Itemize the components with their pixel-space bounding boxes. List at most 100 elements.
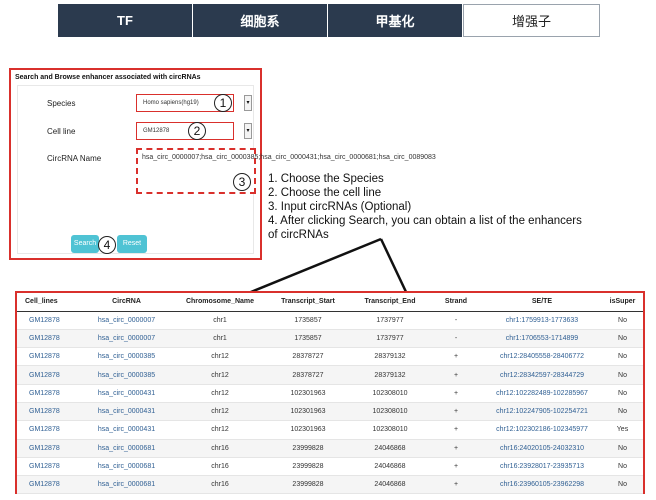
table-cell-se-te[interactable]: chr12:102302186-102345977 (482, 420, 602, 440)
table-cell-circrna[interactable]: hsa_circ_0000007 (79, 329, 174, 349)
table-cell-cell-lines[interactable]: GM12878 (17, 457, 79, 477)
col-se-te[interactable]: SE/TE (482, 293, 602, 312)
col-is-super[interactable]: isSuper (602, 293, 643, 312)
panel-title: Search and Browse enhancer associated wi… (15, 74, 201, 81)
table-row: GM12878 hsa_circ_0000385 chr12 28378727 2837… (17, 347, 643, 367)
table-cell-circrna[interactable]: hsa_circ_0000385 (79, 347, 174, 367)
table-cell-transcript-start: 23999828 (266, 439, 350, 458)
table-cell-circrna[interactable]: hsa_circ_0000681 (79, 457, 174, 477)
table-cell-cell-lines[interactable]: GM12878 (17, 329, 79, 349)
col-cell-lines[interactable]: Cell_lines (17, 293, 79, 312)
table-cell-cell-lines[interactable]: GM12878 (17, 475, 79, 495)
tab-enhancer[interactable]: 增强子 (463, 4, 600, 37)
chevron-down-icon[interactable]: ▾ (244, 123, 252, 139)
table-cell-se-te[interactable]: chr16:24020105-24032310 (482, 439, 602, 458)
col-transcript-end[interactable]: Transcript_End (350, 293, 430, 312)
table-cell-se-te[interactable]: chr12:102247905-102254721 (482, 402, 602, 422)
table-cell-circrna[interactable]: hsa_circ_0000385 (79, 365, 174, 385)
table-cell-chromosome-name: chr12 (174, 384, 266, 403)
table-cell-strand: + (430, 347, 482, 367)
cell-line-select[interactable]: GM12878 (136, 122, 234, 140)
table-cell-transcript-end: 1737977 (350, 311, 430, 330)
table-row: GM12878 hsa_circ_0000007 chr1 1735857 173797… (17, 311, 643, 330)
table-cell-issuper: Yes (602, 420, 643, 440)
marker-2: 2 (188, 122, 206, 140)
cell-line-label: Cell line (47, 127, 76, 136)
table-cell-se-te[interactable]: chr1:1706553-1714899 (482, 329, 602, 349)
table-cell-circrna[interactable]: hsa_circ_0000431 (79, 420, 174, 440)
table-row: GM12878 hsa_circ_0000385 chr12 28378727 2837… (17, 365, 643, 385)
table-cell-se-te[interactable]: chr1:1759913-1773633 (482, 311, 602, 330)
instruction-line: 4. After clicking Search, you can obtain… (268, 215, 582, 227)
table-cell-chromosome-name: chr1 (174, 329, 266, 349)
col-transcript-start[interactable]: Transcript_Start (266, 293, 350, 312)
table-cell-cell-lines[interactable]: GM12878 (17, 311, 79, 330)
table-cell-transcript-start: 1735857 (266, 311, 350, 330)
table-cell-strand: - (430, 311, 482, 330)
table-cell-transcript-start: 23999828 (266, 475, 350, 495)
table-cell-chromosome-name: chr12 (174, 402, 266, 422)
table-cell-chromosome-name: chr12 (174, 365, 266, 385)
table-cell-cell-lines[interactable]: GM12878 (17, 402, 79, 422)
table-cell-cell-lines[interactable]: GM12878 (17, 420, 79, 440)
table-cell-cell-lines[interactable]: GM12878 (17, 384, 79, 403)
table-cell-transcript-end: 24046868 (350, 457, 430, 477)
reset-button[interactable]: Reset (117, 235, 147, 253)
table-cell-se-te[interactable]: chr12:28405558-28406772 (482, 347, 602, 367)
table-cell-se-te[interactable]: chr16:23960105-23962298 (482, 475, 602, 495)
tab-cell-line[interactable]: 细胞系 (193, 4, 328, 37)
table-cell-transcript-end: 24046868 (350, 439, 430, 458)
top-tabs: TF 细胞系 甲基化 增强子 (58, 4, 600, 37)
instructions: 1. Choose the Species 2. Choose the cell… (268, 172, 582, 242)
instruction-line: 3. Input circRNAs (Optional) (268, 201, 412, 213)
table-cell-se-te[interactable]: chr12:28342597-28344729 (482, 365, 602, 385)
table-cell-transcript-end: 102308010 (350, 402, 430, 422)
tab-tf[interactable]: TF (58, 4, 193, 37)
table-cell-chromosome-name: chr16 (174, 457, 266, 477)
col-circrna[interactable]: CircRNA (79, 293, 174, 312)
table-cell-circrna[interactable]: hsa_circ_0000431 (79, 384, 174, 403)
table-cell-transcript-end: 28379132 (350, 365, 430, 385)
table-cell-chromosome-name: chr16 (174, 439, 266, 458)
col-strand[interactable]: Strand (430, 293, 482, 312)
table-cell-issuper: No (602, 329, 643, 349)
table-cell-se-te[interactable]: chr16:23928017-23935713 (482, 457, 602, 477)
marker-3: 3 (233, 173, 251, 191)
table-cell-issuper: No (602, 402, 643, 422)
table-cell-cell-lines[interactable]: GM12878 (17, 347, 79, 367)
col-chromosome[interactable]: Chromosome_Name (174, 293, 266, 312)
table-cell-issuper: No (602, 311, 643, 330)
table-cell-circrna[interactable]: hsa_circ_0000681 (79, 475, 174, 495)
marker-1: 1 (214, 94, 232, 112)
table-cell-issuper: No (602, 439, 643, 458)
tab-methylation[interactable]: 甲基化 (328, 4, 463, 37)
table-row: GM12878 hsa_circ_0000681 chr16 23999828 2404… (17, 475, 643, 495)
table-cell-strand: + (430, 384, 482, 403)
table-cell-transcript-start: 102301963 (266, 420, 350, 440)
instruction-line: 1. Choose the Species (268, 173, 384, 185)
table-cell-chromosome-name: chr16 (174, 475, 266, 495)
instruction-line: 2. Choose the cell line (268, 187, 382, 199)
table-cell-transcript-start: 1735857 (266, 329, 350, 349)
table-row: GM12878 hsa_circ_0000007 chr1 1735857 173797… (17, 329, 643, 349)
chevron-down-icon[interactable]: ▾ (244, 95, 252, 111)
table-cell-circrna[interactable]: hsa_circ_0000007 (79, 311, 174, 330)
table-cell-circrna[interactable]: hsa_circ_0000431 (79, 402, 174, 422)
search-button[interactable]: Search (71, 235, 99, 253)
species-label: Species (47, 99, 76, 108)
table-cell-strand: + (430, 439, 482, 458)
table-row: GM12878 hsa_circ_0000431 chr12 102301963 102… (17, 420, 643, 440)
table-cell-transcript-start: 23999828 (266, 457, 350, 477)
instruction-line: of circRNAs (268, 229, 329, 241)
table-row: GM12878 hsa_circ_0000681 chr16 23999828 2404… (17, 457, 643, 477)
table-header-row: Cell_lines CircRNA Chromosome_Name Trans… (17, 293, 643, 312)
table-cell-chromosome-name: chr12 (174, 347, 266, 367)
table-cell-transcript-end: 28379132 (350, 347, 430, 367)
table-cell-cell-lines[interactable]: GM12878 (17, 439, 79, 458)
table-cell-transcript-end: 102308010 (350, 384, 430, 403)
table-cell-cell-lines[interactable]: GM12878 (17, 365, 79, 385)
table-cell-strand: + (430, 420, 482, 440)
table-row: GM12878 hsa_circ_0000431 chr12 102301963 102… (17, 384, 643, 403)
table-cell-circrna[interactable]: hsa_circ_0000681 (79, 439, 174, 458)
table-cell-se-te[interactable]: chr12:102282489-102285967 (482, 384, 602, 403)
